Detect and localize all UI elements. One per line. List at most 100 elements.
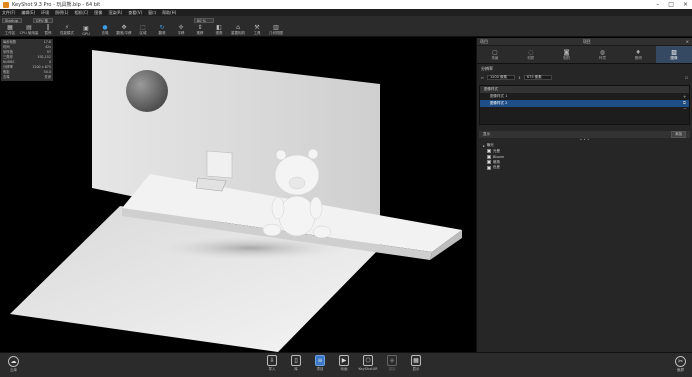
- add-style-icon[interactable]: +: [683, 94, 688, 99]
- keyshotxr-icon: ⬡: [363, 355, 373, 366]
- lock-ratio-icon[interactable]: ⊡: [685, 76, 688, 80]
- decor-sphere: [126, 70, 168, 112]
- scene-icon: ▢: [492, 48, 498, 56]
- menu-window[interactable]: 窗口: [148, 10, 156, 16]
- width-icon: ⇔: [481, 75, 484, 80]
- workspace-select[interactable]: Startup: [2, 18, 22, 23]
- menu-lighting[interactable]: 照明(L): [55, 10, 68, 16]
- effects-header-label: 显示: [483, 132, 490, 136]
- book-object: [206, 150, 233, 179]
- library-button[interactable]: ▯ 库: [288, 355, 304, 372]
- maximize-icon[interactable]: □: [668, 1, 674, 8]
- tab-scene[interactable]: ▢ 场景: [477, 46, 513, 63]
- lighting-icon: ♦: [635, 48, 641, 56]
- image-effects-section: 显示 添加 • • • ▸ 曝光 光晕 Bloom 暗角 色差: [479, 131, 690, 171]
- height-icon: ⇕: [517, 75, 521, 80]
- toolbar-workspace-button[interactable]: ▦ 工作区: [2, 25, 18, 36]
- close-icon[interactable]: ×: [683, 1, 688, 8]
- checkbox[interactable]: [487, 149, 491, 154]
- title-bar: KeyShot 9.3 Pro - 玩具熊.bip - 64 bit – □ ×: [0, 0, 692, 9]
- toolbar-gpu-button[interactable]: ▣ GPU: [78, 26, 94, 37]
- menu-environment[interactable]: 环境: [41, 10, 49, 16]
- expand-icon[interactable]: ▸: [483, 144, 485, 148]
- tab-lighting[interactable]: ♦ 照明: [620, 46, 656, 63]
- animation-icon: ▶: [339, 355, 349, 366]
- keyshot-logo-icon: [3, 1, 9, 8]
- screenshot-button[interactable]: ✂ 截屏: [675, 356, 686, 373]
- menu-edit[interactable]: 编辑(E): [21, 10, 35, 16]
- toolbar-region-button[interactable]: ⬚ 区域: [135, 25, 151, 36]
- toolbar-tumble-button[interactable]: ✥ 翻滚/平移: [116, 25, 132, 36]
- checkbox[interactable]: [487, 165, 491, 170]
- toolbar-rotate-button[interactable]: ↻ 翻滚: [154, 25, 170, 36]
- image-style-list-header: 图像样式: [480, 86, 689, 93]
- cpu-select[interactable]: GPU 核: [33, 18, 53, 23]
- cloud-library-icon: ☁: [8, 356, 19, 367]
- animation-button[interactable]: ▶ 动画: [336, 355, 352, 372]
- render-viewport[interactable]: 每秒帧数 17.6 时间 42s 采样值 97 三角形 192,152 NURBS 0 分…: [0, 38, 476, 352]
- toolbar-reset-camera-button[interactable]: ⌂ 重置相机: [230, 25, 246, 36]
- tab-material[interactable]: ◌ 材质: [513, 46, 549, 63]
- panel-header-left: 项目: [480, 38, 488, 44]
- panel-tabs: ▢ 场景 ◌ 材质 ◙ 相机 ◍ 环境 ♦ 照明 ▨ 图像: [477, 46, 692, 64]
- menu-image[interactable]: 图像: [94, 10, 102, 16]
- toolbar-dolly-button[interactable]: ⇕ 推移: [192, 25, 208, 36]
- zoom-select[interactable]: 80 %: [194, 18, 214, 23]
- menu-camera[interactable]: 相机(C): [74, 10, 88, 16]
- import-button[interactable]: ⇩ 导入: [264, 355, 280, 372]
- add-effect-button[interactable]: 添加: [671, 131, 686, 138]
- panel-close-icon[interactable]: ×: [686, 39, 689, 44]
- render-button[interactable]: ◈ 渲染: [384, 355, 400, 372]
- resolution-section-title: 分辨率: [481, 66, 493, 71]
- tab-camera[interactable]: ◙ 相机: [549, 46, 585, 63]
- toolbar-cpu-button[interactable]: ▤ CPU 使用量: [20, 25, 39, 36]
- resolution-row: ⇔ 1200 像素 ⇕ 675 像素 ⊡: [477, 74, 692, 81]
- image-style-list: 图像样式 图像样式 1 图像样式 2 + ⧉ −: [479, 85, 690, 125]
- panel-header: 项目 项目 ×: [477, 38, 692, 46]
- tab-environment[interactable]: ◍ 环境: [584, 46, 620, 63]
- display-icon: ▦: [411, 355, 421, 366]
- screenshot-icon: ✂: [675, 356, 686, 367]
- image-style-item-1[interactable]: 图像样式 1: [480, 93, 689, 100]
- window-controls: – □ ×: [656, 0, 688, 9]
- cloud-library-button[interactable]: ☁ 云库: [8, 356, 19, 373]
- panel-header-title: 项目: [582, 38, 591, 44]
- toolbar-pan-button[interactable]: ✢ 平移: [173, 25, 189, 36]
- display-button[interactable]: ▦ 显示: [408, 355, 424, 372]
- library-icon: ▯: [291, 355, 301, 366]
- project-icon: ≡: [315, 355, 325, 366]
- image-icon: ▨: [671, 48, 677, 56]
- bottom-nav: ⇩ 导入 ▯ 库 ≡ 项目 ▶ 动画 ⬡ KeyShotXR ◈ 渲染 ▦ 显示: [264, 355, 424, 372]
- menu-file[interactable]: 文件(F): [2, 10, 15, 16]
- window-title: KeyShot 9.3 Pro - 玩具熊.bip - 64 bit: [12, 2, 101, 8]
- checkbox[interactable]: [487, 160, 491, 165]
- menu-view[interactable]: 查看(V): [128, 10, 142, 16]
- resolution-height-field[interactable]: 675 像素: [523, 75, 552, 80]
- tree-item-chromatic[interactable]: 色差: [479, 165, 690, 171]
- minimize-icon[interactable]: –: [656, 1, 659, 8]
- realtime-stats-hud: 每秒帧数 17.6 时间 42s 采样值 97 三角形 192,152 NURBS 0 分…: [1, 39, 53, 81]
- stat-row: 去噪 关闭: [3, 75, 51, 79]
- menu-help[interactable]: 帮助(H): [162, 10, 176, 16]
- render-icon: ◈: [387, 355, 397, 366]
- toolbar-denoise-button[interactable]: ● 去噪: [97, 25, 113, 36]
- resolution-width-field[interactable]: 1200 像素: [486, 75, 515, 80]
- project-panel: 项目 项目 × ▢ 场景 ◌ 材质 ◙ 相机 ◍ 环境 ♦ 照明 ▨ 图像 分辨率 ⇔ 12…: [476, 38, 692, 352]
- toolbar-geometry-view-button[interactable]: ▥ 几何视图: [268, 25, 284, 36]
- toolbar-performance-button[interactable]: ⚡ 性能模式: [59, 25, 75, 36]
- keyshotxr-button[interactable]: ⬡ KeyShotXR: [358, 355, 378, 372]
- camera-icon: ◙: [563, 48, 570, 56]
- toolbar-fov-button[interactable]: ◧ 视角: [211, 25, 227, 36]
- checkbox[interactable]: [487, 154, 491, 159]
- image-style-item-2[interactable]: 图像样式 2: [480, 100, 689, 107]
- toolbar-tools-button[interactable]: ⚒ 工具: [249, 25, 265, 36]
- menu-bar: 文件(F) 编辑(E) 环境 照明(L) 相机(C) 图像 渲染(R) 查看(V…: [0, 9, 692, 16]
- duplicate-style-icon[interactable]: ⧉: [683, 100, 688, 105]
- toolbar-pause-button[interactable]: ‖ 暂停: [40, 25, 56, 36]
- tab-image[interactable]: ▨ 图像: [656, 46, 692, 63]
- ribbon-toolbar: Startup GPU 核 80 % ▦ 工作区 ▤ CPU 使用量 ‖ 暂停 ⚡ 性能…: [0, 16, 692, 37]
- project-button[interactable]: ≡ 项目: [312, 355, 328, 372]
- image-style-tools: + ⧉ −: [683, 94, 688, 111]
- menu-render[interactable]: 渲染(R): [108, 10, 122, 16]
- delete-style-icon[interactable]: −: [683, 106, 688, 111]
